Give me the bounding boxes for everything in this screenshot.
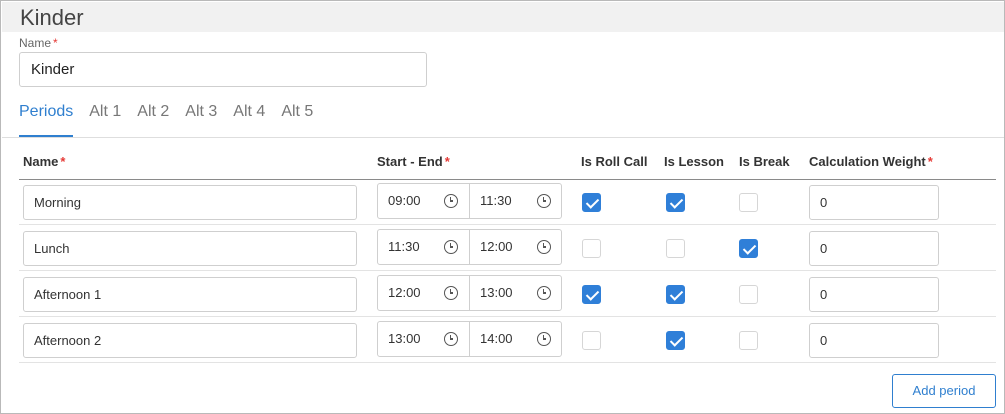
tab-bar: Periods Alt 1 Alt 2 Alt 3 Alt 4 Alt 5 xyxy=(19,102,329,137)
is-break-checkbox[interactable] xyxy=(739,193,758,212)
period-editor-panel: Kinder Name * Kinder Periods Alt 1 Alt 2 … xyxy=(0,0,1005,414)
is-break-checkbox[interactable] xyxy=(739,331,758,350)
period-name-input[interactable]: Afternoon 2 xyxy=(23,323,357,358)
name-input[interactable]: Kinder xyxy=(19,52,427,87)
required-marker: * xyxy=(53,36,58,50)
page-title: Kinder xyxy=(20,5,84,30)
is-break-checkbox[interactable] xyxy=(739,239,758,258)
period-name-input[interactable]: Morning xyxy=(23,185,357,220)
start-time-value: 09:00 xyxy=(388,193,421,208)
time-range-input: 09:00 11:30 xyxy=(377,183,562,219)
end-time-input[interactable]: 11:30 xyxy=(470,184,562,218)
clock-icon[interactable] xyxy=(444,332,458,346)
clock-icon[interactable] xyxy=(537,194,551,208)
is-lesson-checkbox[interactable] xyxy=(666,285,685,304)
tab-alt-2[interactable]: Alt 2 xyxy=(137,102,169,137)
is-lesson-checkbox[interactable] xyxy=(666,331,685,350)
name-field-label: Name * xyxy=(19,36,58,50)
end-time-input[interactable]: 14:00 xyxy=(470,322,562,356)
tab-alt-1[interactable]: Alt 1 xyxy=(89,102,121,137)
start-time-value: 11:30 xyxy=(388,239,420,254)
table-row: Afternoon 2 13:00 14:00 0 xyxy=(19,317,996,363)
add-period-button[interactable]: Add period xyxy=(892,374,996,408)
end-time-value: 12:00 xyxy=(480,239,513,254)
start-time-input[interactable]: 11:30 xyxy=(378,230,470,264)
end-time-input[interactable]: 13:00 xyxy=(470,276,562,310)
clock-icon[interactable] xyxy=(537,240,551,254)
tab-alt-3[interactable]: Alt 3 xyxy=(185,102,217,137)
start-time-input[interactable]: 13:00 xyxy=(378,322,470,356)
column-header-is-roll-call: Is Roll Call xyxy=(581,154,648,169)
start-time-input[interactable]: 12:00 xyxy=(378,276,470,310)
start-time-value: 12:00 xyxy=(388,285,421,300)
column-header-calculation-weight-text: Calculation Weight xyxy=(809,154,926,169)
time-range-input: 12:00 13:00 xyxy=(377,275,562,311)
start-time-value: 13:00 xyxy=(388,331,421,346)
title-bar: Kinder xyxy=(2,2,1004,32)
time-range-input: 11:30 12:00 xyxy=(377,229,562,265)
calculation-weight-input[interactable]: 0 xyxy=(809,323,939,358)
row-divider xyxy=(19,362,996,363)
period-name-input[interactable]: Lunch xyxy=(23,231,357,266)
start-time-input[interactable]: 09:00 xyxy=(378,184,470,218)
table-row: Morning 09:00 11:30 0 xyxy=(19,179,996,225)
column-header-is-lesson: Is Lesson xyxy=(664,154,724,169)
table-row: Afternoon 1 12:00 13:00 0 xyxy=(19,271,996,317)
required-marker: * xyxy=(60,154,66,169)
column-header-is-break: Is Break xyxy=(739,154,790,169)
calculation-weight-input[interactable]: 0 xyxy=(809,185,939,220)
clock-icon[interactable] xyxy=(537,332,551,346)
end-time-value: 13:00 xyxy=(480,285,513,300)
tab-alt-5[interactable]: Alt 5 xyxy=(281,102,313,137)
table-row: Lunch 11:30 12:00 0 xyxy=(19,225,996,271)
required-marker: * xyxy=(444,154,450,169)
clock-icon[interactable] xyxy=(444,194,458,208)
is-break-checkbox[interactable] xyxy=(739,285,758,304)
is-lesson-checkbox[interactable] xyxy=(666,193,685,212)
is-roll-call-checkbox[interactable] xyxy=(582,193,601,212)
column-header-start-end-text: Start - End xyxy=(377,154,443,169)
is-lesson-checkbox[interactable] xyxy=(666,239,685,258)
tab-alt-4[interactable]: Alt 4 xyxy=(233,102,265,137)
tab-periods[interactable]: Periods xyxy=(19,102,74,137)
time-range-input: 13:00 14:00 xyxy=(377,321,562,357)
end-time-input[interactable]: 12:00 xyxy=(470,230,562,264)
name-label-text: Name xyxy=(19,36,52,50)
required-marker: * xyxy=(927,154,933,169)
clock-icon[interactable] xyxy=(537,286,551,300)
column-header-name-text: Name xyxy=(23,154,59,169)
period-name-input[interactable]: Afternoon 1 xyxy=(23,277,357,312)
is-roll-call-checkbox[interactable] xyxy=(582,285,601,304)
clock-icon[interactable] xyxy=(444,240,458,254)
column-header-name: Name * xyxy=(23,154,65,169)
end-time-value: 11:30 xyxy=(480,193,512,208)
tabs-divider xyxy=(2,137,1004,138)
is-roll-call-checkbox[interactable] xyxy=(582,239,601,258)
calculation-weight-input[interactable]: 0 xyxy=(809,277,939,312)
end-time-value: 14:00 xyxy=(480,331,513,346)
clock-icon[interactable] xyxy=(444,286,458,300)
is-roll-call-checkbox[interactable] xyxy=(582,331,601,350)
column-header-calculation-weight: Calculation Weight * xyxy=(809,154,933,169)
column-header-start-end: Start - End * xyxy=(377,154,450,169)
calculation-weight-input[interactable]: 0 xyxy=(809,231,939,266)
